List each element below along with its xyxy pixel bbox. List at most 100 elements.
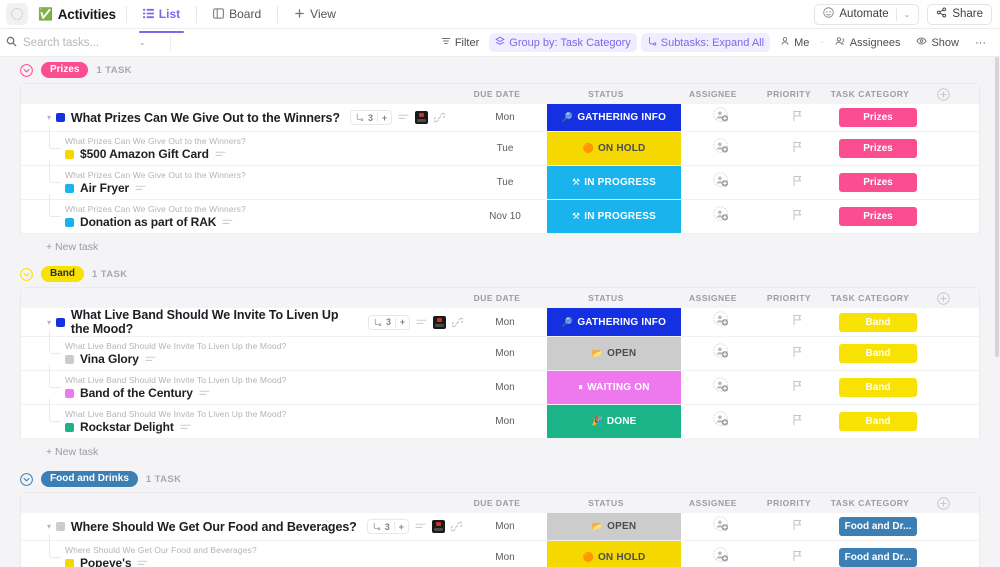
assignee-cell[interactable]	[681, 308, 761, 336]
tab-board[interactable]: Board	[207, 2, 267, 27]
group-collapse-toggle[interactable]	[20, 64, 33, 77]
add-assignee-icon[interactable]	[713, 107, 730, 129]
group-by-button[interactable]: Group by: Task Category	[489, 33, 636, 52]
description-icon[interactable]	[180, 423, 191, 432]
description-icon[interactable]	[199, 389, 210, 398]
task-name-cell[interactable]: What Live Band Should We Invite To Liven…	[21, 405, 463, 438]
search-chevron-down-icon[interactable]: ⌄	[139, 38, 146, 47]
priority-flag-icon[interactable]	[792, 345, 803, 363]
column-header-assignee[interactable]: ASSIGNEE	[673, 293, 753, 303]
column-header-task-category[interactable]: TASK CATEGORY	[825, 498, 915, 508]
add-view-button[interactable]: View	[288, 2, 342, 27]
group-name-badge[interactable]: Prizes	[41, 62, 88, 78]
home-button[interactable]	[6, 3, 28, 25]
table-row[interactable]: What Prizes Can We Give Out to the Winne…	[21, 132, 979, 166]
priority-flag-icon[interactable]	[792, 518, 803, 536]
task-name-cell[interactable]: What Prizes Can We Give Out to the Winne…	[21, 132, 463, 165]
table-row[interactable]: What Prizes Can We Give Out to the Winne…	[21, 166, 979, 200]
table-row[interactable]: ▾What Live Band Should We Invite To Live…	[21, 308, 979, 337]
add-assignee-icon[interactable]	[713, 138, 730, 160]
assignee-cell[interactable]	[681, 104, 761, 131]
tab-list[interactable]: List	[137, 2, 186, 27]
automate-button[interactable]: Automate ⌄	[814, 4, 919, 25]
table-row[interactable]: What Live Band Should We Invite To Liven…	[21, 405, 979, 439]
due-date-cell[interactable]: Mon	[463, 513, 547, 540]
task-name-cell[interactable]: What Prizes Can We Give Out to the Winne…	[21, 200, 463, 233]
column-header-status[interactable]: STATUS	[539, 498, 673, 508]
column-header-status[interactable]: STATUS	[539, 293, 673, 303]
priority-flag-icon[interactable]	[792, 174, 803, 192]
status-square-icon[interactable]	[56, 318, 65, 327]
expand-toggle-icon[interactable]: ▾	[47, 113, 51, 122]
search-input[interactable]	[23, 37, 133, 49]
vertical-scrollbar[interactable]	[994, 57, 1000, 567]
description-icon[interactable]	[135, 184, 146, 193]
task-name-cell[interactable]: Where Should We Get Our Food and Beverag…	[21, 541, 463, 567]
table-row[interactable]: ▾Where Should We Get Our Food and Bevera…	[21, 513, 979, 541]
due-date-cell[interactable]: Mon	[463, 371, 547, 404]
priority-flag-icon[interactable]	[792, 379, 803, 397]
subtask-count-chip[interactable]: 3+	[367, 519, 409, 534]
column-header-priority[interactable]: PRIORITY	[753, 89, 825, 99]
due-date-cell[interactable]: Mon	[463, 104, 547, 131]
priority-cell[interactable]	[761, 405, 833, 438]
task-category-cell[interactable]: Prizes	[833, 132, 923, 165]
show-button[interactable]: Show	[910, 33, 965, 52]
group-collapse-toggle[interactable]	[20, 268, 33, 281]
due-date-cell[interactable]: Tue	[463, 132, 547, 165]
subtask-count-chip[interactable]: 3+	[368, 315, 410, 330]
group-collapse-toggle[interactable]	[20, 473, 33, 486]
priority-cell[interactable]	[761, 541, 833, 567]
priority-cell[interactable]	[761, 371, 833, 404]
task-name-cell[interactable]: What Live Band Should We Invite To Liven…	[21, 371, 463, 404]
priority-flag-icon[interactable]	[792, 109, 803, 127]
task-category-cell[interactable]: Food and Dr...	[833, 541, 923, 567]
task-name-cell[interactable]: What Live Band Should We Invite To Liven…	[21, 337, 463, 370]
add-column-button[interactable]	[915, 497, 971, 510]
column-header-task-category[interactable]: TASK CATEGORY	[825, 293, 915, 303]
subtasks-button[interactable]: Subtasks: Expand All	[641, 33, 770, 52]
table-row[interactable]: What Live Band Should We Invite To Liven…	[21, 337, 979, 371]
task-name-cell[interactable]: What Prizes Can We Give Out to the Winne…	[21, 166, 463, 199]
assignee-cell[interactable]	[681, 541, 761, 567]
add-assignee-icon[interactable]	[713, 343, 730, 365]
status-square-icon[interactable]	[65, 355, 74, 364]
add-assignee-icon[interactable]	[713, 377, 730, 399]
assignee-cell[interactable]	[681, 371, 761, 404]
column-header-priority[interactable]: PRIORITY	[753, 293, 825, 303]
status-cell[interactable]: 🟠ON HOLD	[547, 132, 681, 165]
status-square-icon[interactable]	[56, 522, 65, 531]
column-header-status[interactable]: STATUS	[539, 89, 673, 99]
assignee-cell[interactable]	[681, 513, 761, 540]
task-category-cell[interactable]: Prizes	[833, 104, 923, 131]
due-date-cell[interactable]: Nov 10	[463, 200, 547, 233]
priority-cell[interactable]	[761, 132, 833, 165]
add-assignee-icon[interactable]	[713, 172, 730, 194]
add-column-button[interactable]	[915, 292, 971, 305]
column-header-due-date[interactable]: DUE DATE	[455, 498, 539, 508]
status-cell[interactable]: ⚒IN PROGRESS	[547, 200, 681, 233]
column-header-task-category[interactable]: TASK CATEGORY	[825, 89, 915, 99]
avatar[interactable]	[433, 316, 446, 329]
description-icon[interactable]	[222, 218, 233, 227]
priority-cell[interactable]	[761, 200, 833, 233]
task-category-cell[interactable]: Band	[833, 405, 923, 438]
priority-flag-icon[interactable]	[792, 313, 803, 331]
share-button[interactable]: Share	[927, 4, 992, 25]
add-assignee-icon[interactable]	[713, 206, 730, 228]
due-date-cell[interactable]: Mon	[463, 337, 547, 370]
link-icon[interactable]	[451, 521, 462, 532]
column-header-due-date[interactable]: DUE DATE	[455, 293, 539, 303]
priority-flag-icon[interactable]	[792, 140, 803, 158]
assignee-cell[interactable]	[681, 166, 761, 199]
task-category-cell[interactable]: Prizes	[833, 166, 923, 199]
status-cell[interactable]: 📂OPEN	[547, 337, 681, 370]
task-category-cell[interactable]: Band	[833, 308, 923, 336]
add-column-button[interactable]	[915, 88, 971, 101]
more-options-button[interactable]: ···	[969, 34, 992, 52]
me-filter-button[interactable]: Me	[774, 33, 815, 52]
group-name-badge[interactable]: Band	[41, 266, 84, 282]
search-box[interactable]: ⌄	[6, 34, 166, 52]
priority-flag-icon[interactable]	[792, 413, 803, 431]
status-cell[interactable]: 🟠ON HOLD	[547, 541, 681, 567]
